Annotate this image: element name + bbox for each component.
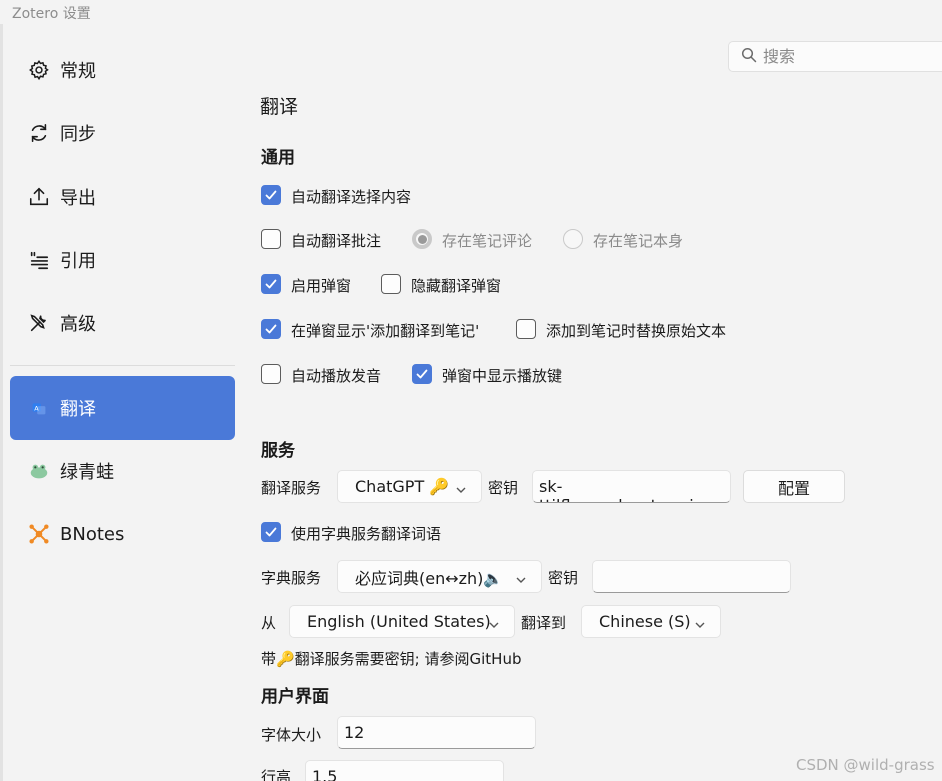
page-title: 翻译 [260, 96, 299, 118]
window-edge [0, 24, 3, 781]
sidebar-item-translate[interactable]: A 翻译 [10, 376, 235, 440]
translate-service-label: 翻译服务 [261, 479, 322, 497]
watermark: CSDN @wild-grass [796, 756, 935, 774]
general-heading: 通用 [261, 148, 295, 168]
auto-translate-selection-checkbox[interactable] [261, 185, 281, 205]
sidebar-item-export[interactable]: 导出 [10, 165, 235, 229]
sidebar-item-label: BNotes [60, 523, 125, 545]
window-title: Zotero 设置 [12, 6, 91, 22]
search-icon [741, 47, 757, 67]
from-language-value: English (United States) [307, 612, 491, 631]
line-height-field[interactable]: 1.5 [305, 760, 504, 781]
save-note-body-label: 存在笔记本身 [593, 232, 684, 250]
sync-icon [28, 122, 50, 144]
sidebar-item-cite[interactable]: 引用 [10, 228, 235, 292]
save-note-body-radio[interactable] [563, 229, 583, 249]
auto-translate-annotation-label: 自动翻译批注 [291, 232, 382, 250]
replace-original-label: 添加到笔记时替换原始文本 [546, 322, 727, 340]
key-label: 密钥 [488, 479, 519, 497]
chevron-down-icon [455, 481, 467, 500]
sidebar-item-label: 常规 [60, 61, 96, 82]
auto-translate-selection-label: 自动翻译选择内容 [291, 188, 412, 206]
key-requirement-note: 带🔑翻译服务需要密钥; 请参阅GitHub [261, 650, 522, 668]
sidebar-item-label: 导出 [60, 188, 96, 209]
enable-popup-checkbox[interactable] [261, 274, 281, 294]
bnotes-icon [28, 523, 50, 545]
sidebar-item-bnotes[interactable]: BNotes [10, 502, 235, 566]
svg-text:A: A [34, 404, 39, 412]
save-note-comment-radio[interactable] [412, 229, 432, 249]
font-size-label: 字体大小 [261, 726, 322, 744]
sidebar-item-sync[interactable]: 同步 [10, 101, 235, 165]
replace-original-checkbox[interactable] [516, 319, 536, 339]
dict-key-field[interactable] [592, 560, 791, 593]
dict-service-label: 字典服务 [261, 569, 322, 587]
sidebar-item-frog[interactable]: 绿青蛙 [10, 439, 235, 503]
from-label: 从 [261, 614, 277, 632]
dict-service-value: 必应词典(en↔zh)🔈 [355, 568, 504, 588]
auto-play-label: 自动播放发音 [291, 367, 382, 385]
line-height-label: 行高 [261, 768, 292, 781]
use-dict-label: 使用字典服务翻译词语 [291, 525, 442, 543]
to-language-value: Chinese (S) [599, 612, 691, 631]
show-play-key-label: 弹窗中显示播放键 [442, 367, 563, 385]
chevron-down-icon [694, 616, 706, 635]
to-label: 翻译到 [521, 614, 567, 632]
chevron-down-icon [488, 616, 500, 635]
translate-service-select[interactable]: ChatGPT 🔑 [337, 470, 482, 503]
translate-icon: A [28, 397, 50, 419]
chevron-down-icon [515, 571, 527, 590]
gear-icon [28, 59, 50, 81]
services-heading: 服务 [261, 441, 295, 461]
search-input[interactable] [763, 47, 923, 66]
from-language-select[interactable]: English (United States) [289, 605, 515, 638]
sidebar-item-general[interactable]: 常规 [10, 38, 235, 102]
to-language-select[interactable]: Chinese (S) [581, 605, 721, 638]
sidebar-item-label: 绿青蛙 [60, 462, 114, 483]
save-note-comment-label: 存在笔记评论 [442, 232, 533, 250]
font-size-field[interactable]: 12 [337, 716, 536, 749]
dict-key-label: 密钥 [548, 569, 579, 587]
dict-service-select[interactable]: 必应词典(en↔zh)🔈 [337, 560, 542, 593]
frog-icon [28, 460, 50, 482]
use-dict-checkbox[interactable] [261, 522, 281, 542]
sidebar-divider [10, 365, 235, 366]
show-play-key-checkbox[interactable] [412, 364, 432, 384]
tools-icon [28, 312, 50, 334]
enable-popup-label: 启用弹窗 [291, 277, 352, 295]
sidebar-item-advanced[interactable]: 高级 [10, 291, 235, 355]
hide-popup-label: 隐藏翻译弹窗 [411, 277, 502, 295]
show-add-to-note-label: 在弹窗显示'添加翻译到笔记' [291, 322, 480, 340]
translate-service-value: ChatGPT 🔑 [355, 477, 450, 496]
cite-icon [28, 249, 50, 271]
sidebar-item-label: 同步 [60, 124, 96, 145]
search-box[interactable] [728, 41, 942, 72]
export-icon [28, 186, 50, 208]
ui-heading: 用户界面 [261, 687, 329, 707]
sidebar-item-label: 高级 [60, 314, 96, 335]
show-add-to-note-checkbox[interactable] [261, 319, 281, 339]
auto-translate-annotation-checkbox[interactable] [261, 229, 281, 249]
api-key-field[interactable]: sk-ttjlfloyecebmrtovwieov [532, 470, 731, 503]
config-button[interactable]: 配置 [743, 470, 845, 503]
sidebar-item-label: 引用 [60, 251, 96, 272]
hide-popup-checkbox[interactable] [381, 274, 401, 294]
sidebar-item-label: 翻译 [60, 399, 96, 420]
auto-play-checkbox[interactable] [261, 364, 281, 384]
